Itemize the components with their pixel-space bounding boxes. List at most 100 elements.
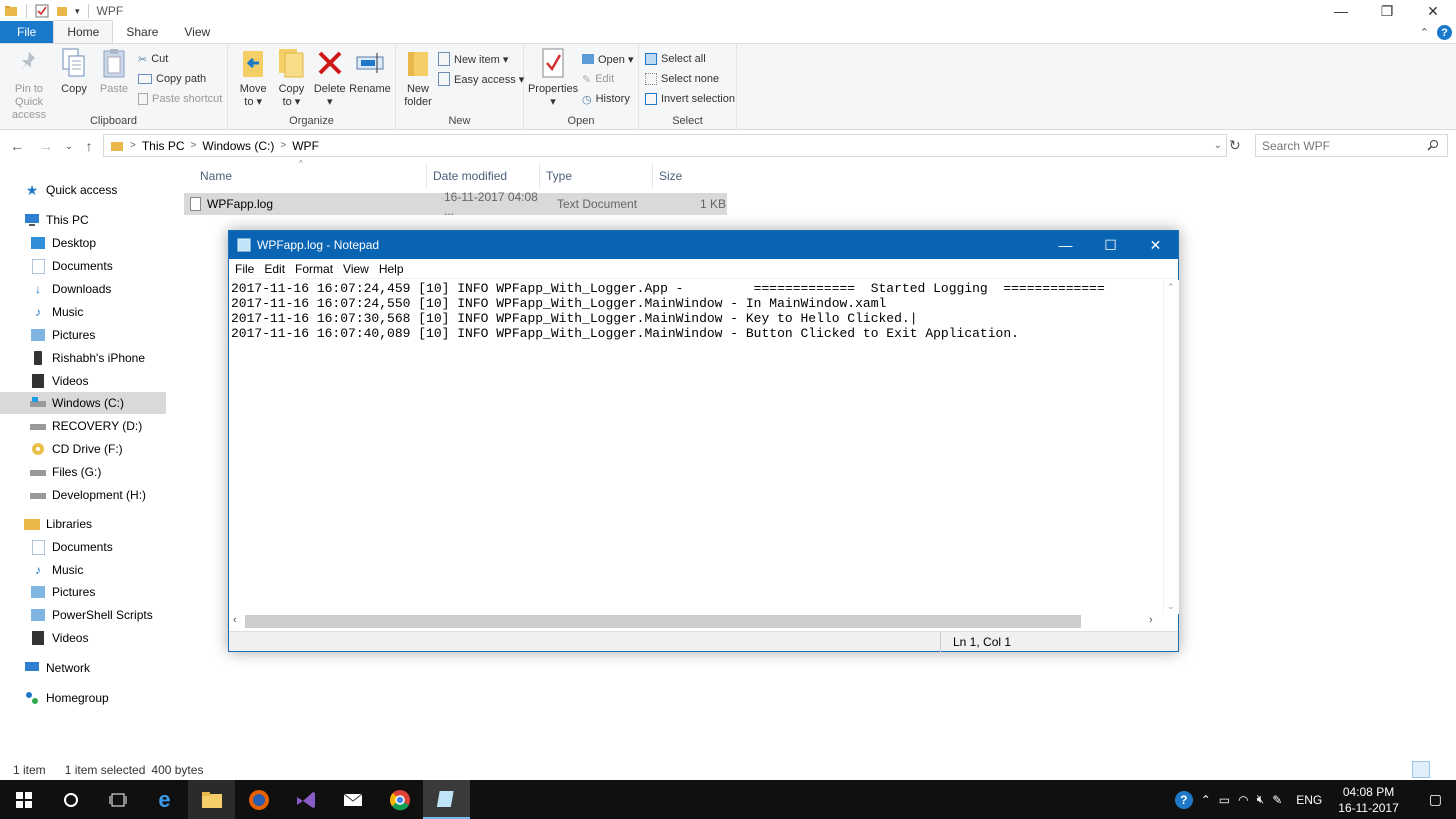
column-size[interactable]: Size [653,164,723,188]
sidebar-item-files-g[interactable]: Files (G:) [0,461,166,483]
volume-muted-icon[interactable]: 🔇︎ [1257,792,1265,807]
copy-path-button[interactable]: Copy path [138,71,222,87]
file-row[interactable]: WPFapp.log 16-11-2017 04:08 ... Text Doc… [184,190,727,218]
address-bar[interactable]: > This PC > Windows (C:) > WPF ⌄ [103,134,1227,157]
chrome-icon[interactable] [376,780,423,819]
column-name[interactable]: Name [184,164,427,188]
sidebar-item-quick-access[interactable]: ★ Quick access [0,179,166,201]
edit-button[interactable]: ✎ Edit [582,71,634,87]
scroll-left-icon[interactable]: ‹ [233,614,237,626]
scroll-down-icon[interactable]: ⌄ [1167,601,1175,612]
easy-access-button[interactable]: Easy access ▾ [438,71,524,87]
up-arrow-icon[interactable]: ↑ [78,138,100,154]
action-center-icon[interactable]: ▢ [1415,791,1456,808]
tab-share[interactable]: Share [113,21,171,43]
notepad-maximize-button[interactable]: ☐ [1088,231,1133,259]
sidebar-item-lib-videos[interactable]: Videos [0,627,166,649]
new-item-button[interactable]: New item ▾ [438,51,524,67]
sidebar-item-windows-c[interactable]: Windows (C:) [0,392,166,414]
sidebar-item-music[interactable]: ♪ Music [0,301,166,323]
cortana-search-icon[interactable] [47,780,94,819]
notepad-minimize-button[interactable]: — [1043,231,1088,259]
help-tips-icon[interactable]: ? [1174,790,1193,809]
refresh-icon[interactable]: ↻ [1229,137,1241,154]
breadcrumb-separator-icon[interactable]: > [280,140,286,151]
visual-studio-icon[interactable] [282,780,329,819]
column-type[interactable]: Type [540,164,653,188]
sidebar-item-network[interactable]: Network [0,657,166,679]
search-input[interactable]: Search WPF [1255,134,1448,157]
scroll-up-icon[interactable]: ⌃ [1167,282,1175,293]
sidebar-item-documents[interactable]: Documents [0,255,166,277]
sidebar-item-libraries[interactable]: Libraries [0,513,166,535]
invert-selection-button[interactable]: Invert selection [645,91,735,107]
notepad-menu-view[interactable]: View [343,262,369,276]
paste-shortcut-button[interactable]: Paste shortcut [138,91,222,107]
restore-button[interactable]: ❐ [1364,0,1410,22]
properties-icon[interactable] [35,4,49,18]
edge-browser-icon[interactable]: e [141,780,188,819]
notepad-menu-format[interactable]: Format [295,262,333,276]
breadcrumb-this-pc[interactable]: This PC [142,139,185,153]
battery-icon[interactable]: ▭ [1219,793,1230,807]
forward-arrow-icon[interactable]: → [35,138,57,154]
mail-icon[interactable] [329,780,376,819]
start-windows-icon[interactable] [0,780,47,819]
notepad-menu-file[interactable]: File [235,262,254,276]
sidebar-item-homegroup[interactable]: Homegroup [0,687,166,709]
scroll-right-icon[interactable]: › [1149,614,1153,626]
sidebar-item-desktop[interactable]: Desktop [0,232,166,254]
minimize-button[interactable]: — [1318,0,1364,22]
address-dropdown-icon[interactable]: ⌄ [1214,140,1222,151]
notepad-menu-edit[interactable]: Edit [264,262,285,276]
select-all-button[interactable]: Select all [645,51,735,67]
breadcrumb-windows-c[interactable]: Windows (C:) [202,139,274,153]
notepad-text-area[interactable]: 2017-11-16 16:07:24,459 [10] INFO WPFapp… [229,280,1163,613]
sidebar-item-videos[interactable]: Videos [0,370,166,392]
column-date-modified[interactable]: Date modified [427,164,540,188]
sidebar-item-lib-documents[interactable]: Documents [0,536,166,558]
sidebar-item-lib-powershell-scripts[interactable]: PowerShell Scripts [0,604,166,626]
collapse-ribbon-icon[interactable]: ⌃ [1420,26,1429,39]
new-folder-icon[interactable] [55,4,69,18]
recent-locations-chevron-icon[interactable]: ⌄ [58,141,80,152]
details-view-button[interactable] [1412,761,1430,778]
sidebar-item-recovery-d[interactable]: RECOVERY (D:) [0,415,166,437]
tab-file[interactable]: File [0,21,54,43]
taskbar-clock[interactable]: 04:08 PM 16-11-2017 [1330,784,1407,816]
tab-home[interactable]: Home [53,20,114,43]
sidebar-item-lib-music[interactable]: ♪ Music [0,559,166,581]
show-hidden-icons-chevron-icon[interactable]: ⌃ [1201,793,1211,807]
sidebar-item-cd-drive-f[interactable]: CD Drive (F:) [0,438,166,460]
notepad-menu-help[interactable]: Help [379,262,404,276]
pen-icon[interactable]: ✎ [1272,793,1282,807]
history-button[interactable]: ◷ History [582,91,634,107]
help-icon[interactable]: ? [1437,25,1452,40]
sidebar-item-development-h[interactable]: Development (H:) [0,484,166,506]
task-view-icon[interactable] [94,780,141,819]
sidebar-item-iphone[interactable]: Rishabh's iPhone [0,347,166,369]
notepad-taskbar-icon[interactable] [423,780,470,819]
horizontal-scroll-thumb[interactable] [245,615,1081,628]
back-arrow-icon[interactable]: ← [6,138,28,154]
tab-view[interactable]: View [171,21,223,43]
close-button[interactable]: ✕ [1410,0,1456,22]
open-button[interactable]: Open ▾ [582,51,634,67]
sidebar-item-pictures[interactable]: Pictures [0,324,166,346]
sidebar-item-downloads[interactable]: ↓ Downloads [0,278,166,300]
notepad-vertical-scrollbar[interactable]: ⌃ ⌄ [1163,280,1179,614]
notepad-close-button[interactable]: ✕ [1133,231,1178,259]
firefox-icon[interactable] [235,780,282,819]
select-none-button[interactable]: Select none [645,71,735,87]
file-explorer-icon[interactable] [188,780,235,819]
cut-button[interactable]: ✂ Cut [138,51,222,67]
language-indicator[interactable]: ENG [1296,793,1322,807]
notepad-horizontal-scrollbar[interactable]: ‹ › [229,613,1163,630]
breadcrumb-wpf[interactable]: WPF [292,139,319,153]
breadcrumb-separator-icon[interactable]: > [191,140,197,151]
sidebar-item-lib-pictures[interactable]: Pictures [0,581,166,603]
wifi-icon[interactable]: ◠ [1238,793,1248,807]
sidebar-item-this-pc[interactable]: This PC [0,209,166,231]
customize-qat-icon[interactable]: ▾ [75,6,80,17]
large-icons-view-button[interactable] [1432,761,1450,778]
